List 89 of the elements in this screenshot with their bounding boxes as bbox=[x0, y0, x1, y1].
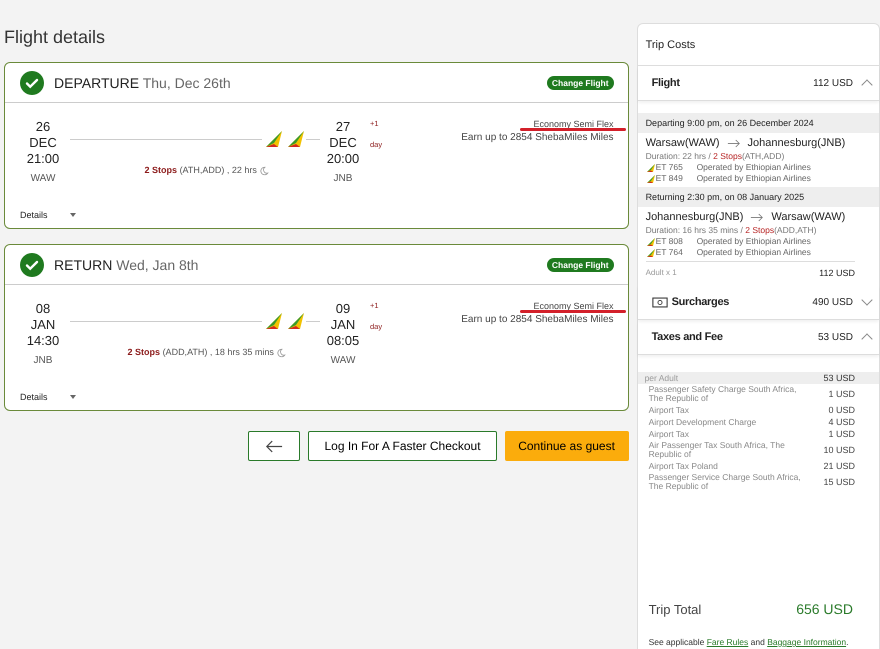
arrival-month: DEC bbox=[329, 135, 357, 151]
duration-text: Duration: 16 hrs 35 mins / 2 Stops(ADD,ATH) bbox=[646, 225, 818, 235]
panel-title: Trip Costs bbox=[638, 24, 879, 66]
tail-logo-icon bbox=[646, 248, 656, 258]
origin-city: Warsaw(WAW) bbox=[646, 137, 720, 149]
tax-amount: 1 USD bbox=[828, 389, 855, 399]
departure-month: DEC bbox=[29, 135, 57, 151]
miles-text: Earn up to 2854 ShebaMiles Miles bbox=[461, 314, 614, 325]
taxes-section-header[interactable]: Taxes and Fee 53 USD bbox=[638, 320, 879, 355]
arrival-airport: WAW bbox=[330, 355, 356, 366]
moon-icon bbox=[276, 348, 286, 358]
flight-number: ET 849 bbox=[656, 173, 684, 184]
departure-time: 14:30 bbox=[26, 333, 60, 349]
passenger-count: Adult x 1 bbox=[646, 268, 677, 278]
fare-rules-link[interactable]: Fare Rules bbox=[706, 637, 748, 647]
passenger-amount: 112 USD bbox=[819, 268, 855, 278]
operator-text: Operated by Ethiopian Airlines bbox=[696, 173, 811, 184]
tail-logo-icon bbox=[646, 236, 656, 246]
continue-as-guest-button[interactable]: Continue as guest bbox=[504, 431, 629, 461]
operator-text: Operated by Ethiopian Airlines bbox=[696, 236, 811, 247]
tax-label: Airport Tax Poland bbox=[648, 462, 719, 470]
details-toggle[interactable]: Details bbox=[20, 210, 76, 220]
tax-label: Airport Tax bbox=[648, 406, 690, 414]
arrival-time: 08:05 bbox=[326, 333, 360, 349]
back-arrow-icon bbox=[265, 440, 284, 452]
login-button[interactable]: Log In For A Faster Checkout bbox=[308, 431, 497, 461]
tax-amount: 1 USD bbox=[828, 429, 855, 439]
flight-heading: DEPARTURE Thu, Dec 26th bbox=[54, 74, 232, 90]
tax-label: Air Passenger Tax South Africa, The Republic of bbox=[648, 441, 786, 459]
arrow-icon bbox=[750, 212, 764, 222]
miles-text: Earn up to 2854 ShebaMiles Miles bbox=[461, 132, 614, 143]
departure-airport: WAW bbox=[30, 173, 56, 184]
origin-city: Johannesburg(JNB) bbox=[646, 211, 744, 223]
arrival-day: 09 bbox=[336, 301, 350, 317]
arrival-time: 20:00 bbox=[326, 151, 360, 167]
arrival-day: 27 bbox=[336, 119, 350, 135]
stops-summary: 2 Stops (ATH,ADD) , 22 hrs bbox=[144, 165, 257, 175]
arrival-airport: JNB bbox=[334, 173, 352, 184]
tax-amount: 53 USD bbox=[823, 373, 855, 383]
tail-logo-icon bbox=[646, 162, 656, 172]
departure-day: 08 bbox=[36, 301, 50, 317]
page-title: Flight details bbox=[4, 27, 106, 48]
departure-day: 26 bbox=[36, 119, 50, 135]
trip-total-amount: 656 USD bbox=[796, 601, 853, 617]
stops-summary: 2 Stops (ADD,ATH) , 18 hrs 35 mins bbox=[128, 347, 274, 357]
tax-amount: 10 USD bbox=[823, 445, 855, 455]
tax-amount: 0 USD bbox=[828, 405, 855, 415]
arrival-month: JAN bbox=[330, 317, 356, 333]
operator-text: Operated by Ethiopian Airlines bbox=[696, 162, 811, 173]
departure-time: 21:00 bbox=[26, 151, 60, 167]
tax-label: Passenger Service Charge South Africa, The Republic of bbox=[648, 473, 802, 491]
tax-label: per Adult bbox=[644, 374, 680, 382]
baggage-information-link[interactable]: Baggage Information bbox=[767, 637, 846, 647]
tax-amount: 4 USD bbox=[828, 417, 855, 427]
trip-total-label: Trip Total bbox=[648, 602, 702, 616]
tail-logo-icon bbox=[646, 174, 656, 184]
tail-logo-icon bbox=[264, 311, 284, 331]
tax-amount: 21 USD bbox=[823, 461, 855, 471]
duration-text: Duration: 22 hrs / 2 Stops(ATH,ADD) bbox=[646, 151, 786, 161]
flight-number: ET 765 bbox=[656, 162, 684, 173]
flight-number: ET 808 bbox=[656, 236, 684, 247]
tail-logo-icon bbox=[264, 129, 284, 149]
fare-note: See applicable Fare Rules and Baggage Information. bbox=[648, 636, 850, 649]
flight-number: ET 764 bbox=[656, 247, 684, 258]
flight-section-header[interactable]: Flight 112 USD bbox=[638, 66, 879, 101]
surcharges-section-header[interactable]: Surcharges 490 USD bbox=[638, 285, 879, 320]
departure-airport: JNB bbox=[34, 355, 52, 366]
fare-class: Economy Semi Flex bbox=[534, 301, 614, 311]
moon-icon bbox=[259, 166, 270, 176]
leg-heading: Returning 2:30 pm, on 08 January 2025 bbox=[638, 187, 879, 207]
arrow-icon bbox=[726, 138, 740, 148]
flight-heading: RETURN Wed, Jan 8th bbox=[54, 256, 200, 272]
tail-logo-icon bbox=[286, 311, 306, 331]
tax-label: Airport Development Charge bbox=[648, 418, 758, 426]
fare-class: Economy Semi Flex bbox=[534, 119, 614, 129]
tail-logo-icon bbox=[286, 129, 306, 149]
change-flight-button[interactable]: Change Flight bbox=[546, 76, 614, 90]
destination-city: Warsaw(WAW) bbox=[771, 211, 846, 223]
departure-month: JAN bbox=[30, 317, 56, 333]
tax-label: Passenger Safety Charge South Africa, The Republic of bbox=[648, 385, 798, 403]
back-button[interactable] bbox=[248, 431, 300, 461]
change-flight-button[interactable]: Change Flight bbox=[546, 258, 614, 272]
tax-label: Airport Tax bbox=[648, 430, 690, 438]
details-toggle[interactable]: Details bbox=[20, 392, 76, 402]
destination-city: Johannesburg(JNB) bbox=[748, 137, 846, 149]
operator-text: Operated by Ethiopian Airlines bbox=[696, 247, 811, 258]
tax-amount: 15 USD bbox=[823, 477, 855, 487]
banknote-icon bbox=[652, 296, 668, 308]
leg-heading: Departing 9:00 pm, on 26 December 2024 bbox=[638, 113, 879, 133]
